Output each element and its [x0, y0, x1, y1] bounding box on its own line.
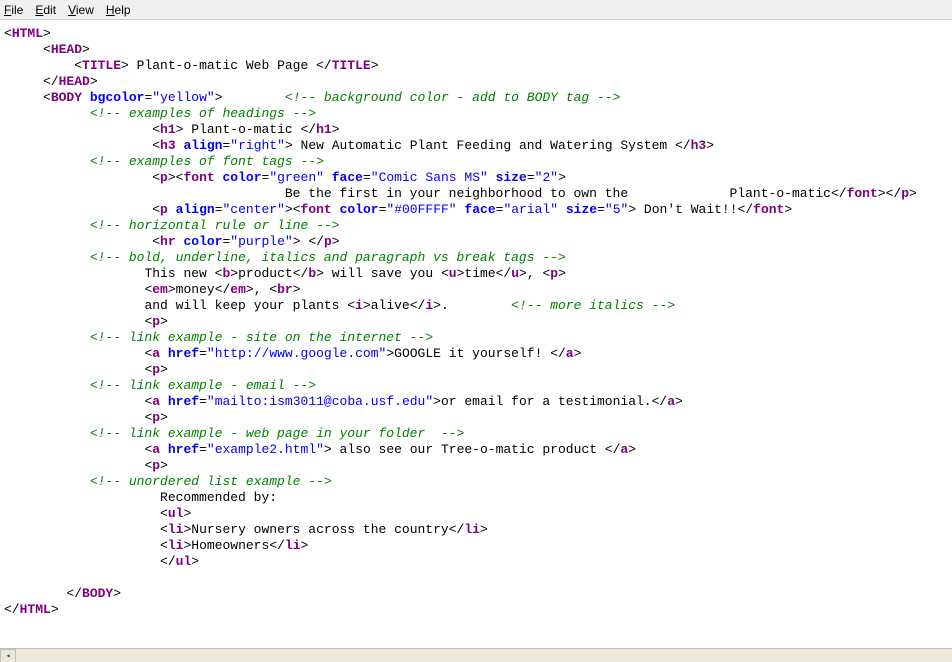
code-line[interactable]: <li>Homeowners</li> — [4, 538, 948, 554]
code-line[interactable]: <li>Nursery owners across the country</l… — [4, 522, 948, 538]
code-line[interactable]: <a href="http://www.google.com">GOOGLE i… — [4, 346, 948, 362]
code-line[interactable]: <p> — [4, 362, 948, 378]
horizontal-scrollbar[interactable]: ◂ — [0, 648, 952, 662]
code-line[interactable]: <h3 align="right"> New Automatic Plant F… — [4, 138, 948, 154]
menu-file[interactable]: File — [4, 3, 23, 17]
menu-edit[interactable]: Edit — [35, 3, 56, 17]
code-line[interactable]: <HEAD> — [4, 42, 948, 58]
menu-view[interactable]: View — [68, 3, 94, 17]
menubar: File Edit View Help — [0, 0, 952, 20]
code-line[interactable]: </ul> — [4, 554, 948, 570]
code-line[interactable]: and will keep your plants <i>alive</i>. … — [4, 298, 948, 314]
scroll-track[interactable] — [16, 649, 952, 662]
code-line[interactable]: <p> — [4, 410, 948, 426]
menu-help[interactable]: Help — [106, 3, 131, 17]
code-line[interactable]: <hr color="purple"> </p> — [4, 234, 948, 250]
code-line[interactable]: <!-- link example - web page in your fol… — [4, 426, 948, 442]
code-editor[interactable]: <HTML> <HEAD> <TITLE> Plant-o-matic Web … — [0, 20, 952, 648]
code-line[interactable]: <p> — [4, 458, 948, 474]
code-line[interactable]: </HEAD> — [4, 74, 948, 90]
code-line[interactable]: <!-- link example - email --> — [4, 378, 948, 394]
code-line[interactable]: <BODY bgcolor="yellow"> <!-- background … — [4, 90, 948, 106]
code-line[interactable]: <em>money</em>, <br> — [4, 282, 948, 298]
code-line[interactable]: <a href="mailto:ism3011@coba.usf.edu">or… — [4, 394, 948, 410]
code-line[interactable]: <h1> Plant-o-matic </h1> — [4, 122, 948, 138]
code-line[interactable] — [4, 570, 948, 586]
code-line[interactable]: </HTML> — [4, 602, 948, 618]
code-line[interactable]: <!-- unordered list example --> — [4, 474, 948, 490]
code-line[interactable]: <p align="center"><font color="#00FFFF" … — [4, 202, 948, 218]
code-line[interactable]: <!-- link example - site on the internet… — [4, 330, 948, 346]
code-line[interactable]: <p><font color="green" face="Comic Sans … — [4, 170, 948, 186]
code-line[interactable]: <!-- examples of font tags --> — [4, 154, 948, 170]
code-line[interactable]: <!-- examples of headings --> — [4, 106, 948, 122]
code-line[interactable]: <p> — [4, 314, 948, 330]
code-line[interactable]: <a href="example2.html"> also see our Tr… — [4, 442, 948, 458]
code-line[interactable]: <ul> — [4, 506, 948, 522]
code-line[interactable]: Recommended by: — [4, 490, 948, 506]
code-line[interactable]: This new <b>product</b> will save you <u… — [4, 266, 948, 282]
code-line[interactable]: <!-- bold, underline, italics and paragr… — [4, 250, 948, 266]
code-line[interactable]: <!-- horizontal rule or line --> — [4, 218, 948, 234]
code-line[interactable]: Be the first in your neighborhood to own… — [4, 186, 948, 202]
scroll-left-button[interactable]: ◂ — [0, 649, 16, 662]
code-line[interactable]: <HTML> — [4, 26, 948, 42]
code-line[interactable]: </BODY> — [4, 586, 948, 602]
code-line[interactable]: <TITLE> Plant-o-matic Web Page </TITLE> — [4, 58, 948, 74]
